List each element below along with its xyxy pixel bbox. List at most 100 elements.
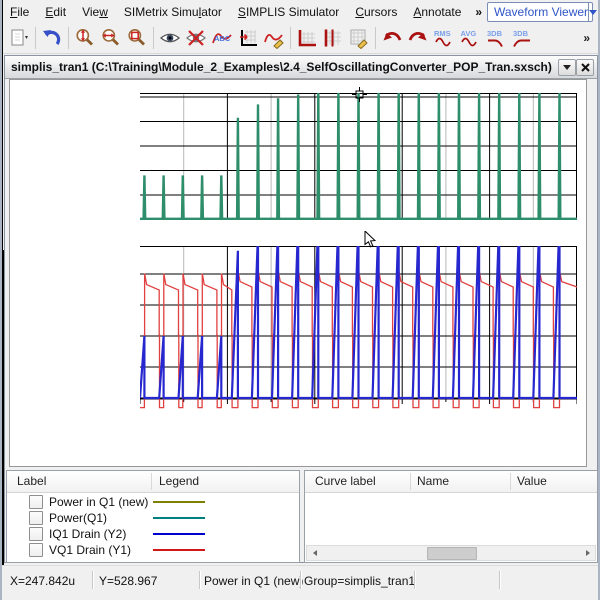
grid-select-bar	[2, 125, 3, 250]
status-group: Group=simplis_tran1	[304, 574, 415, 588]
window-close-button[interactable]	[576, 59, 594, 76]
toolbar-separator	[375, 27, 376, 49]
column-header-name[interactable]: Name	[417, 474, 449, 488]
rms-measure-icon: RMS	[433, 27, 455, 49]
legend-row-power-q1[interactable]: Power(Q1)	[7, 510, 299, 526]
column-header-legend[interactable]: Legend	[159, 474, 199, 488]
avg-measure-icon: AVG	[459, 27, 481, 49]
menu-cursors[interactable]: Cursors	[347, 2, 405, 22]
curve-legend-panel: Label Legend Power in Q1 (new)Power(Q1) I…	[6, 470, 300, 563]
chevron-down-icon	[589, 10, 597, 15]
window-menu-button[interactable]	[558, 59, 576, 76]
move-curve-axis-button[interactable]	[235, 25, 261, 51]
svg-text:ABC: ABC	[214, 34, 231, 43]
measurement-panel-header: Curve label Name Value	[305, 471, 597, 493]
svg-text:AVG: AVG	[461, 29, 477, 38]
legend-panel-header: Label Legend	[7, 471, 299, 493]
curve-visibility-checkbox[interactable]	[29, 511, 43, 525]
legend-row-vq1-drain-y1[interactable]: VQ1 Drain (Y1)	[7, 542, 299, 558]
horizontal-scrollbar[interactable]	[306, 545, 596, 561]
legend-color-line	[153, 501, 205, 503]
column-divider	[410, 473, 411, 490]
next-curve-button[interactable]	[405, 25, 431, 51]
svg-text:3DB: 3DB	[513, 29, 529, 38]
viewer-mode-value: Waveform Viewer	[488, 5, 588, 19]
add-grid-icon	[296, 27, 318, 49]
previous-curve-button[interactable]	[379, 25, 405, 51]
column-divider	[151, 473, 152, 490]
edit-grid-button[interactable]	[346, 25, 372, 51]
previous-curve-icon	[381, 27, 403, 49]
legend-color-line	[153, 517, 205, 519]
toolbar-separator	[153, 27, 154, 49]
svg-text:RMS: RMS	[434, 29, 451, 38]
curve-visibility-checkbox[interactable]	[29, 495, 43, 509]
status-x-readout: X=247.842u	[10, 574, 75, 588]
legend-color-line	[153, 549, 205, 551]
stack-grids-button[interactable]	[320, 25, 346, 51]
show-curve-button[interactable]	[157, 25, 183, 51]
show-curve-icon	[159, 27, 181, 49]
scrollbar-thumb[interactable]	[427, 547, 477, 560]
avg-measure-button[interactable]: AVG	[457, 25, 483, 51]
curve-label: Power(Q1)	[49, 511, 107, 525]
legend-row-iq1-drain-y2[interactable]: IQ1 Drain (Y2)	[7, 526, 299, 542]
status-divider	[499, 571, 500, 589]
zoom-rectangle-icon	[126, 27, 148, 49]
3db-highpass-button[interactable]: 3DB	[509, 25, 535, 51]
toolbar: ABC RMS AVG 3DB 3DB »	[2, 23, 598, 54]
delete-curve-button[interactable]	[261, 25, 287, 51]
rms-measure-button[interactable]: RMS	[431, 25, 457, 51]
toolbar-separator	[35, 27, 36, 49]
label-curve-button[interactable]: ABC	[209, 25, 235, 51]
status-bar: X=247.842u Y=528.967 Power in Q1 (new) G…	[2, 565, 598, 600]
chevron-down-icon	[563, 65, 571, 70]
3db-highpass-icon: 3DB	[511, 27, 533, 49]
application-window: FileEditViewSIMetrix SimulatorSIMPLIS Si…	[0, 0, 600, 600]
scroll-right-button[interactable]	[580, 547, 595, 558]
status-divider	[199, 571, 200, 589]
triangle-right-icon	[586, 550, 590, 556]
document-title: simplis_tran1 (C:\Training\Module_2_Exam…	[5, 60, 552, 74]
delete-curve-icon	[263, 27, 285, 49]
3db-lowpass-button[interactable]: 3DB	[483, 25, 509, 51]
curve-visibility-checkbox[interactable]	[29, 543, 43, 557]
svg-text:3DB: 3DB	[487, 29, 503, 38]
waveform-plot-area[interactable]	[9, 79, 587, 467]
curve-visibility-checkbox[interactable]	[29, 527, 43, 541]
curve-label: IQ1 Drain (Y2)	[49, 527, 126, 541]
combo-dropdown-button[interactable]	[588, 3, 597, 21]
scroll-left-button[interactable]	[307, 547, 322, 558]
zoom-y-axis-button[interactable]	[72, 25, 98, 51]
status-y-readout: Y=528.967	[99, 574, 157, 588]
column-header-value[interactable]: Value	[517, 474, 547, 488]
column-header-curve-label[interactable]: Curve label	[315, 474, 376, 488]
new-graph-button[interactable]	[6, 25, 32, 51]
edit-grid-icon	[348, 27, 370, 49]
zoom-rectangle-button[interactable]	[124, 25, 150, 51]
next-curve-icon	[407, 27, 429, 49]
status-divider	[92, 571, 93, 589]
menu-view[interactable]: View	[74, 2, 116, 22]
menu-edit[interactable]: Edit	[37, 2, 74, 22]
add-grid-button[interactable]	[294, 25, 320, 51]
viewer-mode-combobox[interactable]: Waveform Viewer	[487, 2, 593, 22]
triangle-left-icon	[313, 550, 317, 556]
legend-row-power-in-q1-new[interactable]: Power in Q1 (new)	[7, 494, 299, 510]
undo-button[interactable]	[39, 25, 65, 51]
column-divider	[510, 473, 511, 490]
curve-label: VQ1 Drain (Y1)	[49, 543, 131, 557]
new-graph-icon	[8, 27, 30, 49]
menu-overflow-chevron-icon[interactable]: »	[469, 5, 488, 19]
toolbar-separator	[290, 27, 291, 49]
document-title-bar[interactable]: simplis_tran1 (C:\Training\Module_2_Exam…	[5, 56, 597, 79]
zoom-x-axis-button[interactable]	[98, 25, 124, 51]
menu-annotate[interactable]: Annotate	[405, 2, 469, 22]
hide-curve-button[interactable]	[183, 25, 209, 51]
toolbar-overflow-chevron-icon[interactable]: »	[583, 31, 590, 45]
menu-simplis-simulator[interactable]: SIMPLIS Simulator	[230, 2, 347, 22]
hide-curve-icon	[185, 27, 207, 49]
menu-simetrix-simulator[interactable]: SIMetrix Simulator	[116, 2, 230, 22]
column-header-label[interactable]: Label	[17, 474, 46, 488]
menu-file[interactable]: File	[2, 2, 37, 22]
